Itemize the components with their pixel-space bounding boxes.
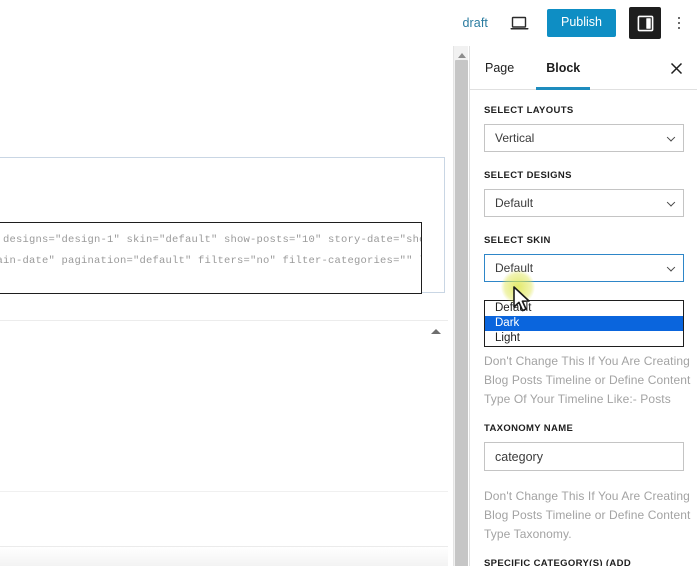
- select-designs-label: SELECT DESIGNS: [484, 169, 683, 182]
- select-skin-options-list[interactable]: Default Dark Light: [484, 300, 684, 347]
- sidebar-panel-icon: [637, 15, 654, 32]
- selected-shortcode-block[interactable]: ' designs="design-1" skin="default" show…: [0, 157, 445, 293]
- chevron-down-icon: [667, 133, 675, 141]
- sidebar-tabs: Page Block: [470, 46, 697, 90]
- chevron-down-icon: [667, 263, 675, 271]
- skin-option-light[interactable]: Light: [485, 331, 683, 346]
- editor-canvas[interactable]: ' designs="design-1" skin="default" show…: [0, 46, 455, 566]
- select-layouts-label: SELECT LAYOUTS: [484, 104, 683, 117]
- tab-block[interactable]: Block: [544, 46, 582, 90]
- taxonomy-name-input[interactable]: category: [484, 442, 684, 471]
- select-skin-dropdown[interactable]: Default: [484, 254, 684, 282]
- settings-sidebar-toggle-button[interactable]: [629, 7, 661, 39]
- select-layouts-dropdown[interactable]: Vertical: [484, 124, 684, 152]
- tab-page[interactable]: Page: [483, 46, 516, 90]
- taxonomy-name-value: category: [495, 450, 543, 464]
- chevron-down-icon: [667, 198, 675, 206]
- laptop-preview-icon[interactable]: [510, 16, 529, 31]
- shortcode-line-2: main-date" pagination="default" filters=…: [0, 251, 421, 272]
- up-caret-icon[interactable]: [431, 329, 441, 334]
- editor-bottom-strip: [0, 546, 448, 566]
- select-skin-label: SELECT SKIN: [484, 234, 683, 247]
- content-type-help-text: Don't Change This If You Are Creating Bl…: [484, 352, 692, 409]
- shortcode-textarea[interactable]: ' designs="design-1" skin="default" show…: [0, 222, 422, 294]
- editor-scrollbar[interactable]: [453, 46, 468, 566]
- select-layouts-value: Vertical: [495, 131, 534, 145]
- shortcode-line-1: ' designs="design-1" skin="default" show…: [0, 230, 421, 251]
- select-designs-value: Default: [495, 196, 533, 210]
- close-icon[interactable]: [667, 59, 685, 77]
- select-skin-value: Default: [495, 261, 533, 275]
- kebab-dot: [678, 27, 681, 30]
- kebab-dot: [678, 22, 681, 25]
- content-divider-lower: [0, 491, 448, 492]
- content-divider: [0, 320, 448, 321]
- specific-categories-label: SPECIFIC CATEGORY(S) (ADD CATEGORY(S) SL…: [484, 557, 690, 566]
- editor-content-area[interactable]: ' designs="design-1" skin="default" show…: [0, 46, 448, 318]
- gutenberg-editor-window: Save draft Publish ' designs="desig: [0, 0, 697, 566]
- more-options-button[interactable]: [669, 17, 689, 30]
- taxonomy-help-text: Don't Change This If You Are Creating Bl…: [484, 487, 692, 544]
- scrollbar-thumb[interactable]: [455, 60, 468, 566]
- kebab-dot: [678, 17, 681, 20]
- select-designs-dropdown[interactable]: Default: [484, 189, 684, 217]
- publish-button[interactable]: Publish: [547, 9, 616, 37]
- settings-sidebar: Page Block SELECT LAYOUTS Vertical SELEC…: [469, 46, 697, 566]
- skin-option-default[interactable]: Default: [485, 301, 683, 316]
- taxonomy-name-label: TAXONOMY NAME: [484, 422, 683, 435]
- skin-option-dark[interactable]: Dark: [485, 316, 683, 331]
- editor-top-toolbar: Save draft Publish: [0, 0, 697, 46]
- toolbar-left-spacer: [0, 0, 462, 46]
